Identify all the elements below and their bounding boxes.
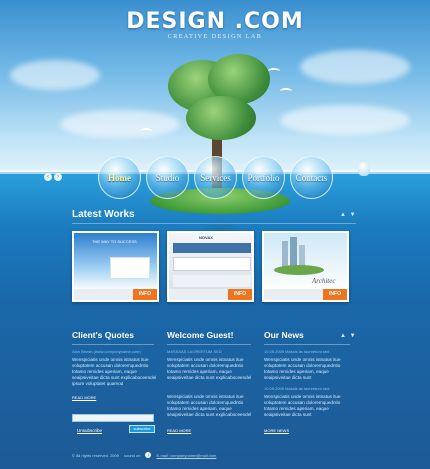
work-caption: NOVAX	[199, 235, 213, 240]
tree-canopy	[186, 96, 256, 140]
sound-icon[interactable]: ♪	[145, 452, 152, 458]
divider	[72, 223, 356, 224]
nav-portfolio[interactable]: Portfolio	[242, 156, 285, 199]
divider	[167, 344, 251, 345]
news-date[interactable]: 10.05.2009 Massis as laoreetum sed	[264, 349, 329, 354]
nav-services[interactable]: Services	[194, 156, 237, 199]
welcome-text: Wenspiciatis unde omnis istnatus itue vo…	[167, 357, 252, 381]
work-thumbnail-3[interactable]: Architec INFO	[262, 231, 349, 302]
scroll-icon[interactable]: ▲ ▼	[340, 212, 357, 218]
info-button[interactable]: INFO	[323, 289, 347, 300]
logo-tagline: CREATIVE DESIGN LAB	[167, 34, 263, 40]
bird-icon	[268, 68, 280, 74]
more-news-link[interactable]: MORE NEWS	[264, 428, 289, 433]
quotes-title: Client's Quotes	[72, 330, 135, 340]
news-text: Wenspiciatis unde omnis istnatus itue vo…	[264, 357, 341, 381]
subscribe-input[interactable]	[72, 414, 154, 422]
work-image: Architec	[264, 233, 347, 291]
nav-contacts[interactable]: Contacts	[290, 156, 333, 199]
bird-icon	[140, 128, 152, 134]
next-arrow-icon[interactable]: ›	[54, 173, 62, 181]
news-text: Wenspiciatis unde omnis istnatus itue vo…	[264, 394, 341, 418]
work-banner	[173, 243, 251, 253]
island-illustration	[130, 48, 310, 270]
copyright-text: © All rights reserved, 2009	[72, 452, 119, 458]
work-screen	[110, 257, 150, 279]
work-image: NOVAX	[169, 233, 252, 291]
news-title: Our News	[264, 330, 304, 340]
nav-studio[interactable]: Studio	[146, 156, 189, 199]
news-date[interactable]: 10.09.2009 Massis as laoreetum sed	[264, 386, 329, 391]
quote-byline[interactable]: Alan Brown (www.companyname.com)	[72, 349, 141, 354]
prev-arrow-icon[interactable]: ‹	[44, 173, 52, 181]
logo-title[interactable]: DESIGN .COM	[0, 9, 430, 34]
building-icon	[290, 237, 297, 267]
nav-home[interactable]: Home	[98, 156, 141, 199]
welcome-read-more-link[interactable]: READ MORE	[167, 428, 191, 433]
footer: © All rights reserved, 2009 sound on ♪ E…	[72, 452, 216, 458]
quotes-read-more-link[interactable]: READ MORE	[72, 395, 96, 400]
subscribe-button[interactable]: subscribe	[129, 425, 155, 433]
work-thumbnail-2[interactable]: NOVAX INFO	[167, 231, 254, 302]
work-strip	[264, 289, 327, 300]
quote-text: Wenspiciatis unde omnis istnatus itue vo…	[72, 357, 157, 387]
cloud	[10, 60, 100, 90]
work-caption: Architec	[312, 277, 336, 285]
latest-works-title: Latest Works	[72, 209, 135, 220]
island-icon	[274, 265, 324, 275]
info-button[interactable]: INFO	[228, 289, 252, 300]
divider	[72, 344, 154, 345]
building-icon	[299, 245, 305, 267]
slider-arrows: ‹ ›	[44, 173, 62, 181]
bird-icon	[280, 88, 292, 94]
email-link[interactable]: E-mail: companyname@mail.com	[156, 453, 216, 458]
sound-label[interactable]: sound on	[124, 453, 140, 458]
welcome-title: Welcome Guest!	[167, 330, 234, 340]
building-icon	[282, 241, 288, 267]
unsubscribe-link[interactable]: Unsubscribe	[77, 428, 102, 433]
divider	[264, 344, 350, 345]
work-panel	[173, 257, 251, 271]
work-strip	[74, 289, 137, 300]
work-panel	[173, 275, 251, 287]
welcome-text: Wenspiciatis unde omnis istnatus itue vo…	[167, 394, 252, 418]
bottle-icon	[358, 162, 370, 176]
info-button[interactable]: INFO	[133, 289, 157, 300]
work-strip	[169, 289, 232, 300]
work-image: THE WAY TO SUCCESS	[74, 233, 157, 291]
page: DESIGN .COM CREATIVE DESIGN LAB ‹ › Home…	[0, 0, 430, 469]
cloud	[300, 50, 410, 84]
scroll-icon[interactable]: ▲ ▼	[340, 333, 357, 339]
welcome-subtitle: MASSAAS LAOREETUM SED	[167, 349, 222, 354]
work-caption: THE WAY TO SUCCESS	[92, 239, 137, 244]
work-thumbnail-1[interactable]: THE WAY TO SUCCESS INFO	[72, 231, 159, 302]
